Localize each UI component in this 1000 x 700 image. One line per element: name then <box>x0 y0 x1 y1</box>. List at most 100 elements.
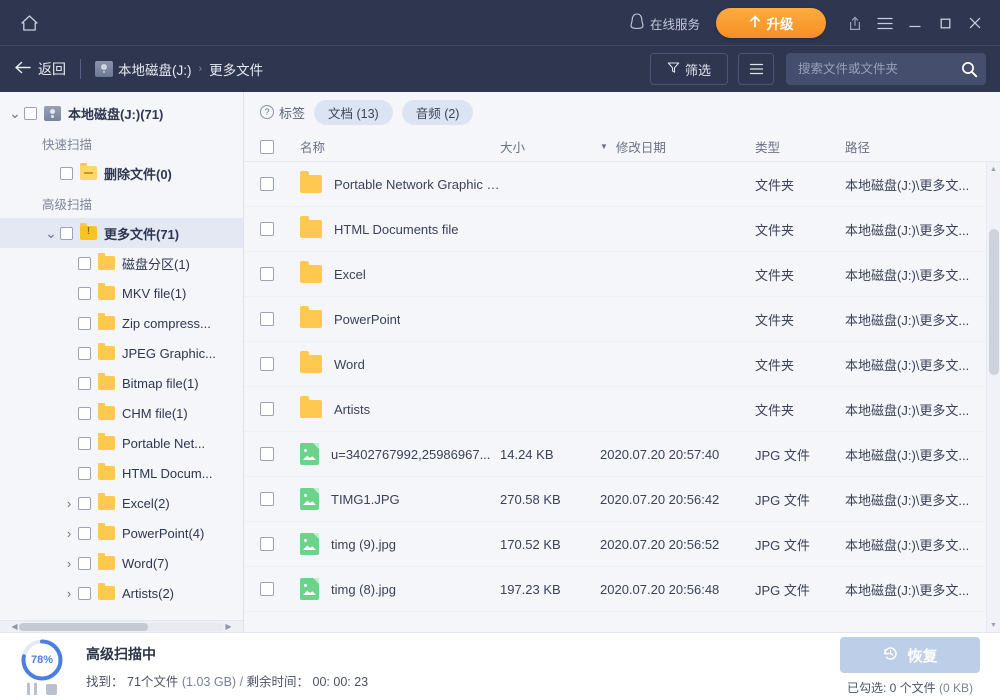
maximize-icon[interactable] <box>930 8 960 38</box>
row-checkbox[interactable] <box>260 402 274 416</box>
table-row[interactable]: Artists文件夹本地磁盘(J:)\更多文... <box>244 387 1000 432</box>
table-row[interactable]: PowerPoint文件夹本地磁盘(J:)\更多文... <box>244 297 1000 342</box>
row-checkbox[interactable] <box>260 222 274 236</box>
table-row[interactable]: TIMG1.JPG270.58 KB2020.07.20 20:56:42JPG… <box>244 477 1000 522</box>
tree-node-4[interactable]: ⌄更多文件(71) <box>0 218 243 248</box>
stop-icon[interactable] <box>46 683 57 695</box>
select-all-checkbox[interactable] <box>260 140 274 154</box>
vscroll-thumb[interactable] <box>989 229 999 375</box>
tree-node-14[interactable]: ›PowerPoint(4) <box>0 518 243 548</box>
column-header-type[interactable]: 类型 <box>755 137 845 156</box>
scroll-right-arrow[interactable]: ▶ <box>224 622 233 631</box>
tree-checkbox[interactable] <box>78 467 91 480</box>
row-checkbox[interactable] <box>260 177 274 191</box>
tree-node-2[interactable]: 删除文件(0) <box>0 158 243 188</box>
table-row[interactable]: HTML Documents file文件夹本地磁盘(J:)\更多文... <box>244 207 1000 252</box>
search-input[interactable] <box>798 62 961 76</box>
column-header-date[interactable]: 修改日期 <box>616 137 666 156</box>
home-icon[interactable] <box>12 8 46 38</box>
tree-checkbox[interactable] <box>78 347 91 360</box>
scroll-up-arrow[interactable]: ▲ <box>987 162 1000 176</box>
row-checkbox[interactable] <box>260 312 274 326</box>
tree-checkbox[interactable] <box>78 497 91 510</box>
upgrade-button[interactable]: 升级 <box>716 8 826 38</box>
tree-node-13[interactable]: ›Excel(2) <box>0 488 243 518</box>
table-row[interactable]: Excel文件夹本地磁盘(J:)\更多文... <box>244 252 1000 297</box>
recover-button[interactable]: 恢复 <box>840 637 980 673</box>
tree-node-10[interactable]: CHM file(1) <box>0 398 243 428</box>
search-box[interactable] <box>786 53 986 85</box>
tree-node-16[interactable]: ›Artists(2) <box>0 578 243 608</box>
sidebar-horizontal-scrollbar[interactable]: ◀ ▶ <box>0 620 243 632</box>
file-list-scrollbar[interactable]: ▲ ▼ <box>986 162 1000 632</box>
tree-checkbox[interactable] <box>60 167 73 180</box>
chevron-right-icon[interactable]: › <box>60 526 78 541</box>
vscroll-track[interactable] <box>987 176 1000 618</box>
select-all-cell <box>260 140 290 154</box>
cell-size: 14.24 KB <box>500 447 600 462</box>
hamburger-menu-icon[interactable] <box>870 8 900 38</box>
tree-checkbox[interactable] <box>60 227 73 240</box>
tree-node-0[interactable]: ⌄本地磁盘(J:)(71) <box>0 98 243 128</box>
chevron-down-icon[interactable]: ⌄ <box>42 229 60 237</box>
search-icon[interactable] <box>961 61 978 78</box>
row-checkbox[interactable] <box>260 537 274 551</box>
column-header-size[interactable]: 大小 <box>500 137 600 156</box>
selected-size: (0 KB) <box>939 681 973 695</box>
tree-node-15[interactable]: ›Word(7) <box>0 548 243 578</box>
tree-checkbox[interactable] <box>24 107 37 120</box>
row-checkbox[interactable] <box>260 267 274 281</box>
tree-checkbox[interactable] <box>78 557 91 570</box>
breadcrumb-current[interactable]: 更多文件 <box>209 59 263 79</box>
online-service-button[interactable]: 在线服务 <box>630 13 700 33</box>
tree-node-12[interactable]: HTML Docum... <box>0 458 243 488</box>
chevron-right-icon[interactable]: › <box>60 586 78 601</box>
table-row[interactable]: timg (9).jpg170.52 KB2020.07.20 20:56:52… <box>244 522 1000 567</box>
table-row[interactable]: Portable Network Graphic file文件夹本地磁盘(J:)… <box>244 162 1000 207</box>
chevron-down-icon[interactable]: ⌄ <box>6 109 24 117</box>
tree-checkbox[interactable] <box>78 407 91 420</box>
question-mark-icon[interactable]: ? <box>260 105 274 119</box>
breadcrumb-root[interactable]: 本地磁盘(J:) <box>118 59 192 79</box>
table-row[interactable]: u=3402767992,25986967...14.24 KB2020.07.… <box>244 432 1000 477</box>
hscroll-thumb[interactable] <box>19 623 148 631</box>
tree-checkbox[interactable] <box>78 437 91 450</box>
tree-checkbox[interactable] <box>78 587 91 600</box>
row-checkbox[interactable] <box>260 582 274 596</box>
file-name: PowerPoint <box>334 312 400 327</box>
scroll-left-arrow[interactable]: ◀ <box>10 622 19 631</box>
tree-checkbox[interactable] <box>78 527 91 540</box>
hscroll-track[interactable] <box>19 623 224 631</box>
tree-node-9[interactable]: Bitmap file(1) <box>0 368 243 398</box>
share-icon[interactable] <box>840 8 870 38</box>
pause-icon[interactable] <box>27 683 37 695</box>
close-icon[interactable] <box>960 8 990 38</box>
tree-checkbox[interactable] <box>78 377 91 390</box>
chevron-right-icon[interactable]: › <box>60 496 78 511</box>
minimize-icon[interactable] <box>900 8 930 38</box>
row-checkbox[interactable] <box>260 447 274 461</box>
tree-node-5[interactable]: 磁盘分区(1) <box>0 248 243 278</box>
row-checkbox[interactable] <box>260 357 274 371</box>
filter-label: 筛选 <box>685 60 711 79</box>
tree-node-8[interactable]: JPEG Graphic... <box>0 338 243 368</box>
tag-pill-audio[interactable]: 音频 (2) <box>402 100 474 125</box>
back-button[interactable]: 返回 <box>14 59 80 79</box>
sort-arrow-icon[interactable]: ▼ <box>600 142 608 151</box>
column-header-path[interactable]: 路径 <box>845 137 1000 156</box>
table-row[interactable]: Word文件夹本地磁盘(J:)\更多文... <box>244 342 1000 387</box>
tree-node-6[interactable]: MKV file(1) <box>0 278 243 308</box>
tag-pill-documents[interactable]: 文档 (13) <box>314 100 393 125</box>
list-view-icon[interactable] <box>738 53 774 85</box>
tree-node-7[interactable]: Zip compress... <box>0 308 243 338</box>
filter-button[interactable]: 筛选 <box>650 53 728 85</box>
column-header-name[interactable]: 名称 <box>290 137 500 156</box>
table-row[interactable]: timg (8).jpg197.23 KB2020.07.20 20:56:48… <box>244 567 1000 612</box>
tree-checkbox[interactable] <box>78 287 91 300</box>
scroll-down-arrow[interactable]: ▼ <box>987 618 1000 632</box>
chevron-right-icon[interactable]: › <box>60 556 78 571</box>
tree-checkbox[interactable] <box>78 317 91 330</box>
tree-checkbox[interactable] <box>78 257 91 270</box>
row-checkbox[interactable] <box>260 492 274 506</box>
tree-node-11[interactable]: Portable Net... <box>0 428 243 458</box>
